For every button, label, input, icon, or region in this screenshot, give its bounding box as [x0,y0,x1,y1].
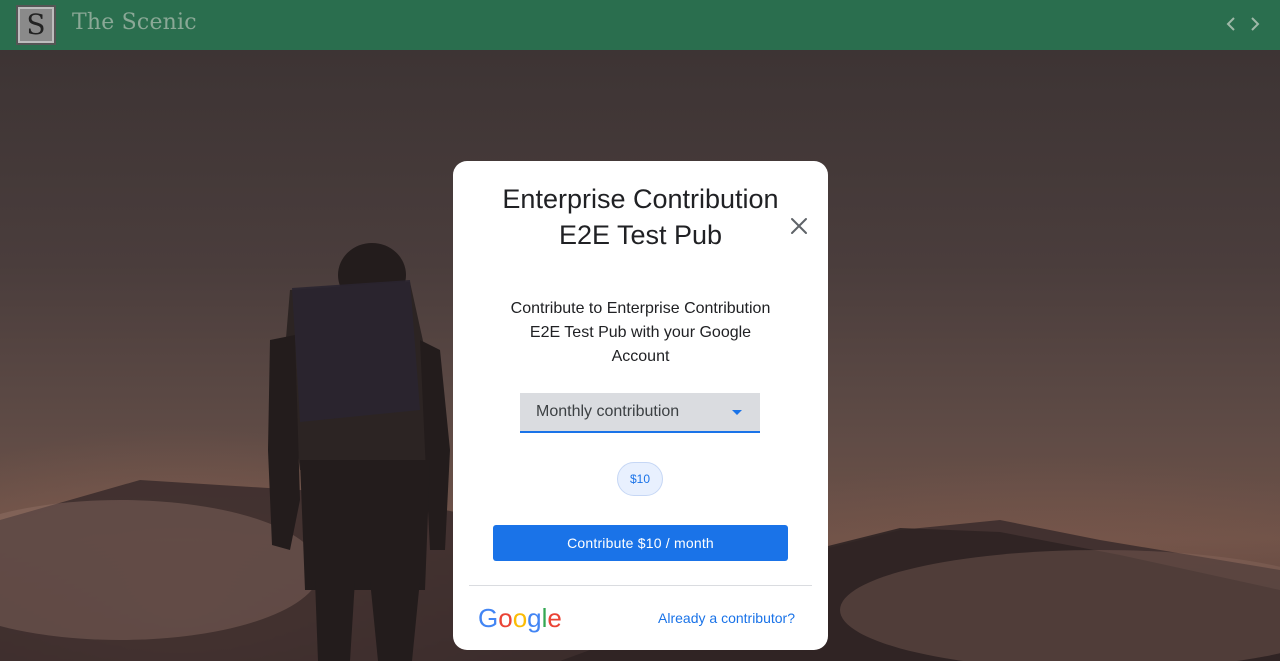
already-contributor-link[interactable]: Already a contributor? [658,610,795,626]
contribution-dialog: Enterprise Contribution E2E Test Pub Con… [453,161,828,650]
dialog-subtitle: Contribute to Enterprise Contribution E2… [510,300,771,365]
divider [469,585,812,586]
frequency-select-value: Monthly contribution [536,403,680,420]
amount-chip-10[interactable]: $10 [617,462,663,496]
close-icon[interactable] [787,214,811,238]
google-logo: Google [478,603,562,633]
contribute-button[interactable]: Contribute $10 / month [493,525,788,561]
frequency-select[interactable]: Monthly contribution [520,393,760,433]
dropdown-arrow-icon [732,410,742,415]
dialog-title: Enterprise Contribution E2E Test Pub [502,184,779,250]
